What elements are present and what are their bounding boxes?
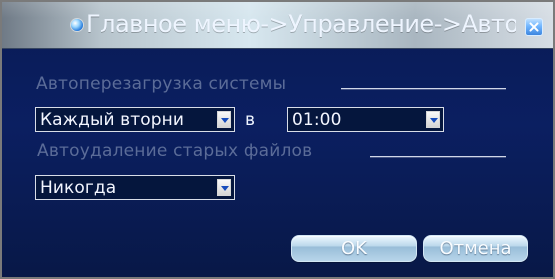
close-icon[interactable] xyxy=(525,18,543,36)
chevron-down-icon[interactable] xyxy=(217,111,231,128)
cancel-button[interactable]: Отмена xyxy=(423,235,528,262)
window-title: Главное меню->Управление->Авто-фун xyxy=(86,10,516,38)
auto-delete-section-divider xyxy=(370,156,506,157)
window-icon xyxy=(71,19,83,31)
restart-time-select[interactable]: 01:00 xyxy=(287,107,444,132)
chevron-down-icon[interactable] xyxy=(426,111,440,128)
auto-restart-section-title: Автоперезагрузка системы xyxy=(36,74,287,94)
auto-functions-dialog: Главное меню->Управление->Авто-фун Автоп… xyxy=(0,0,555,279)
restart-day-select[interactable]: Каждый вторни xyxy=(35,107,235,132)
restart-day-value: Каждый вторни xyxy=(40,110,185,130)
auto-delete-section-title: Автоудаление старых файлов xyxy=(37,141,313,161)
auto-delete-select[interactable]: Никогда xyxy=(35,175,235,200)
auto-delete-value: Никогда xyxy=(40,178,117,198)
restart-time-preposition: в xyxy=(245,110,256,130)
chevron-down-icon[interactable] xyxy=(217,179,231,196)
window-titlebar: Главное меню->Управление->Авто-фун xyxy=(2,2,553,49)
restart-time-value: 01:00 xyxy=(292,110,342,130)
ok-button[interactable]: OK xyxy=(291,235,417,262)
auto-restart-section-divider xyxy=(341,88,506,89)
